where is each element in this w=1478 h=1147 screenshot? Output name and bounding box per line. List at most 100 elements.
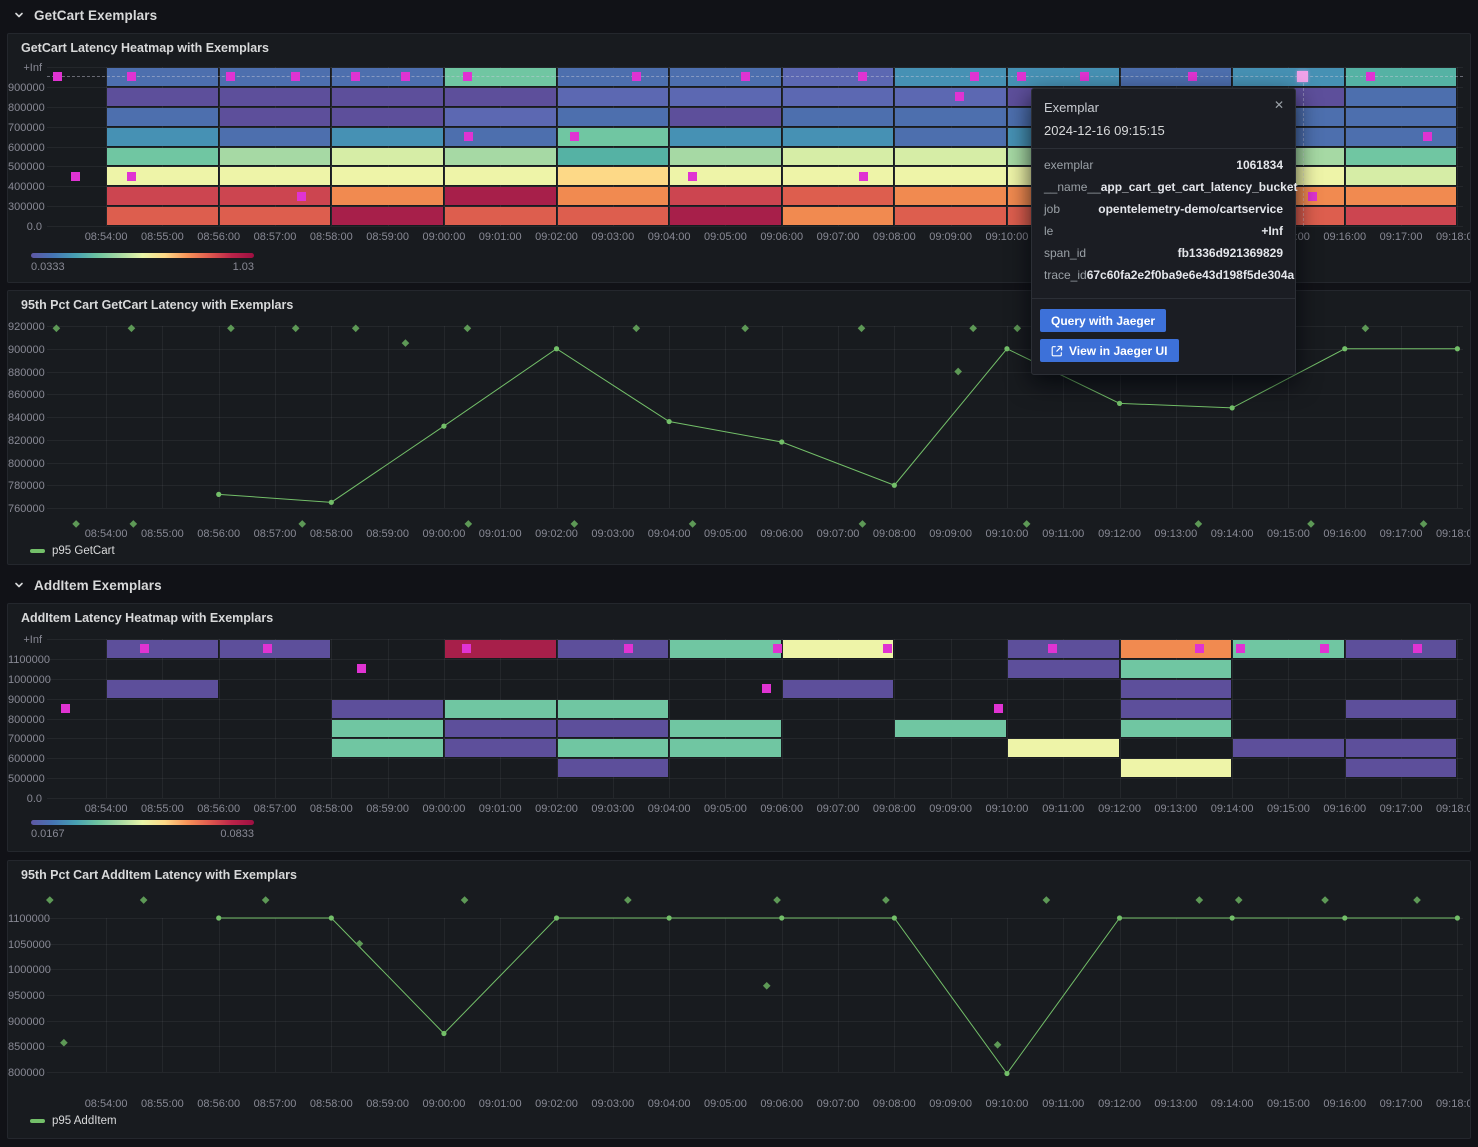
data-point[interactable] <box>1455 915 1460 920</box>
heatmap-cell[interactable] <box>670 207 781 225</box>
exemplar-marker[interactable] <box>1080 72 1089 81</box>
exemplar-diamond[interactable] <box>356 940 364 948</box>
heatmap-cell[interactable] <box>670 108 781 126</box>
heatmap-cell[interactable] <box>1121 720 1232 738</box>
exemplar-marker[interactable] <box>357 664 366 673</box>
exemplar-diamond[interactable] <box>689 520 697 528</box>
data-point[interactable] <box>779 439 784 444</box>
section-header-getcart[interactable]: GetCart Exemplars <box>0 2 1478 28</box>
exemplar-diamond[interactable] <box>1321 896 1329 904</box>
data-point[interactable] <box>1230 405 1235 410</box>
exemplar-diamond[interactable] <box>954 368 962 376</box>
heatmap-cell[interactable] <box>670 128 781 146</box>
exemplar-marker[interactable] <box>226 72 235 81</box>
heatmap-cell[interactable] <box>670 148 781 166</box>
heatmap-cell[interactable] <box>107 207 218 225</box>
heatmap-cell[interactable] <box>783 640 894 658</box>
exemplar-marker[interactable] <box>291 72 300 81</box>
panel-header-menu[interactable]: AddItem Latency Heatmap with Exemplars <box>8 604 1470 632</box>
heatmap-cell[interactable] <box>220 167 331 185</box>
exemplar-marker[interactable] <box>401 72 410 81</box>
data-point[interactable] <box>216 915 221 920</box>
exemplar-marker[interactable] <box>127 172 136 181</box>
exemplar-diamond[interactable] <box>632 324 640 332</box>
heatmap-cell[interactable] <box>895 88 1006 106</box>
heatmap-cell[interactable] <box>558 739 669 757</box>
exemplar-diamond[interactable] <box>72 520 80 528</box>
data-point[interactable] <box>667 915 672 920</box>
heatmap-cell[interactable] <box>1346 640 1457 658</box>
exemplar-marker[interactable] <box>1320 644 1329 653</box>
data-point[interactable] <box>441 424 446 429</box>
heatmap-cell[interactable] <box>895 167 1006 185</box>
exemplar-marker[interactable] <box>53 72 62 81</box>
heatmap-cell[interactable] <box>895 148 1006 166</box>
heatmap-cell[interactable] <box>558 88 669 106</box>
exemplar-diamond[interactable] <box>969 324 977 332</box>
heatmap-cell[interactable] <box>558 148 669 166</box>
heatmap-cell[interactable] <box>220 128 331 146</box>
exemplar-marker[interactable] <box>1308 192 1317 201</box>
exemplar-diamond[interactable] <box>1195 520 1203 528</box>
exemplar-diamond[interactable] <box>140 896 148 904</box>
data-point[interactable] <box>329 915 334 920</box>
exemplar-diamond[interactable] <box>292 324 300 332</box>
heatmap-cell[interactable] <box>220 148 331 166</box>
data-point[interactable] <box>441 1031 446 1036</box>
heatmap-cell[interactable] <box>783 680 894 698</box>
heatmap-cell[interactable] <box>670 720 781 738</box>
exemplar-marker[interactable] <box>71 172 80 181</box>
exemplar-marker[interactable] <box>1366 72 1375 81</box>
exemplar-diamond[interactable] <box>60 1039 68 1047</box>
heatmap-cell[interactable] <box>895 720 1006 738</box>
panel-header-menu[interactable]: GetCart Latency Heatmap with Exemplars <box>8 34 1470 62</box>
exemplar-marker[interactable] <box>351 72 360 81</box>
heatmap-cell[interactable] <box>445 167 556 185</box>
heatmap-cell[interactable] <box>220 88 331 106</box>
data-point[interactable] <box>1455 346 1460 351</box>
exemplar-marker[interactable] <box>297 192 306 201</box>
exemplar-marker[interactable] <box>140 644 149 653</box>
exemplar-marker[interactable] <box>463 72 472 81</box>
series-legend-item[interactable]: p95 GetCart <box>30 545 115 557</box>
exemplar-diamond[interactable] <box>1307 520 1315 528</box>
heatmap-cell[interactable] <box>1121 640 1232 658</box>
heatmap-cell[interactable] <box>445 88 556 106</box>
heatmap-cell[interactable] <box>107 187 218 205</box>
heatmap-cell[interactable] <box>1346 700 1457 718</box>
data-point[interactable] <box>1117 915 1122 920</box>
exemplar-marker[interactable] <box>127 72 136 81</box>
heatmap-cell[interactable] <box>1121 680 1232 698</box>
exemplar-diamond[interactable] <box>1195 896 1203 904</box>
exemplar-marker[interactable] <box>994 704 1003 713</box>
heatmap-cell[interactable] <box>1346 739 1457 757</box>
data-point[interactable] <box>779 915 784 920</box>
data-point[interactable] <box>216 492 221 497</box>
data-point[interactable] <box>1004 1071 1009 1076</box>
data-point[interactable] <box>1117 401 1122 406</box>
heatmap-cell[interactable] <box>220 640 331 658</box>
exemplar-diamond[interactable] <box>53 324 61 332</box>
exemplar-diamond[interactable] <box>1023 520 1031 528</box>
heatmap-cell[interactable] <box>332 187 443 205</box>
data-point[interactable] <box>1342 915 1347 920</box>
heatmap-cell[interactable] <box>107 680 218 698</box>
exemplar-diamond[interactable] <box>1413 896 1421 904</box>
heatmap-cell[interactable] <box>895 108 1006 126</box>
data-point[interactable] <box>1004 346 1009 351</box>
exemplar-diamond[interactable] <box>461 896 469 904</box>
heatmap-cell[interactable] <box>1121 660 1232 678</box>
data-point[interactable] <box>1342 346 1347 351</box>
exemplar-marker[interactable] <box>858 72 867 81</box>
heatmap-cell[interactable] <box>895 128 1006 146</box>
exemplar-diamond[interactable] <box>262 896 270 904</box>
heatmap-cell[interactable] <box>1008 739 1119 757</box>
exemplar-diamond[interactable] <box>994 1041 1002 1049</box>
exemplar-diamond[interactable] <box>1420 520 1428 528</box>
heatmap-cell[interactable] <box>107 167 218 185</box>
heatmap-cell[interactable] <box>332 167 443 185</box>
heatmap-cell[interactable] <box>783 108 894 126</box>
exemplar-marker[interactable] <box>624 644 633 653</box>
exemplar-diamond[interactable] <box>1013 324 1021 332</box>
heatmap-cell[interactable] <box>445 739 556 757</box>
